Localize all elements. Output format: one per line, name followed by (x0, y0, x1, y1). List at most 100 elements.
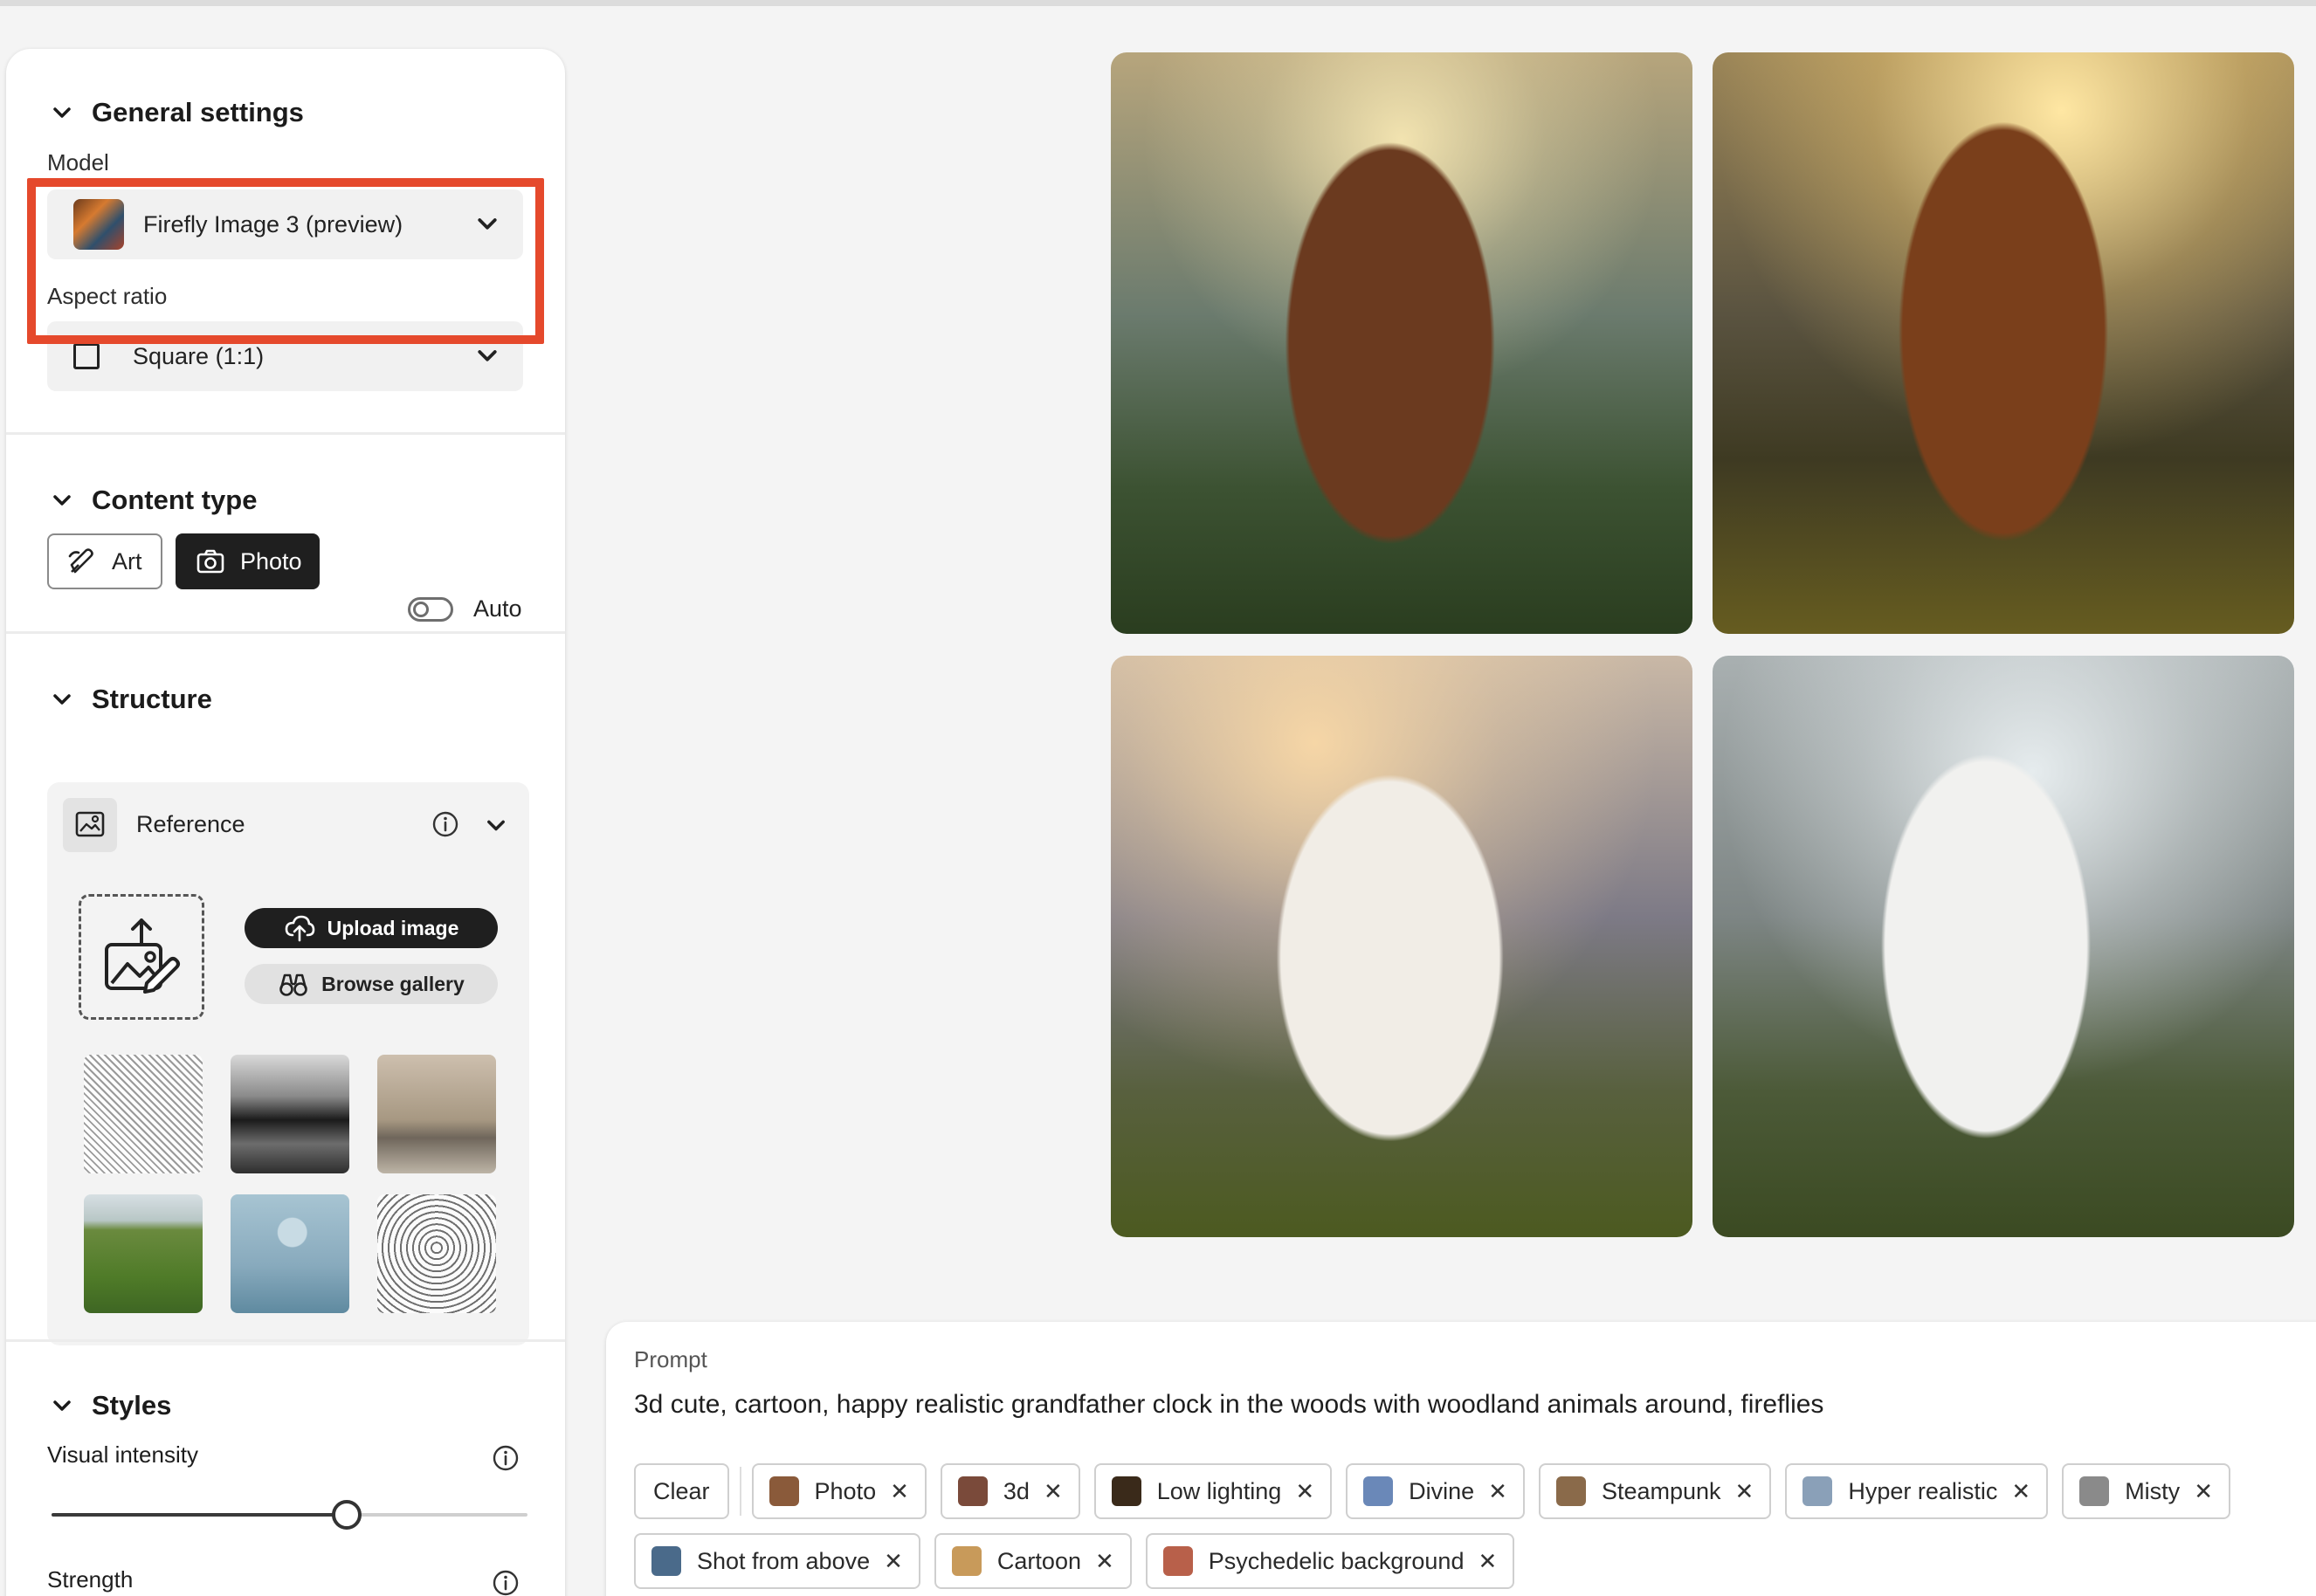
chevron-down-icon (52, 689, 72, 710)
generated-image[interactable] (1111, 656, 1692, 1237)
content-type-header[interactable]: Content type (52, 485, 257, 516)
cloud-upload-icon (285, 915, 314, 942)
style-chip[interactable]: Hyper realistic ✕ (1785, 1463, 2049, 1519)
chevron-down-icon[interactable] (484, 814, 508, 838)
structure-header[interactable]: Structure (52, 684, 212, 715)
reference-thumbnail[interactable] (231, 1194, 349, 1313)
reference-box: Reference Upload image Browse gallery (47, 782, 529, 1345)
style-thumbnail (2079, 1476, 2110, 1506)
section-divider (6, 432, 565, 435)
style-chip-label: Hyper realistic (1848, 1477, 1998, 1504)
aspect-ratio-value: Square (1:1) (133, 342, 265, 369)
info-icon[interactable] (492, 1569, 520, 1596)
style-chip-label: Steampunk (1601, 1477, 1721, 1504)
clear-button[interactable]: Clear (634, 1463, 729, 1519)
chip-row: Shot from above ✕ Cartoon ✕ Psychedelic back… (634, 1533, 2276, 1589)
upload-image-icon (105, 918, 180, 994)
upload-dropzone[interactable] (79, 894, 204, 1020)
remove-icon[interactable]: ✕ (1095, 1548, 1114, 1575)
browse-gallery-label: Browse gallery (321, 972, 465, 995)
style-thumbnail (1111, 1476, 1141, 1506)
style-chip[interactable]: 3d ✕ (940, 1463, 1080, 1519)
style-chip[interactable]: Photo ✕ (751, 1463, 927, 1519)
upload-image-button[interactable]: Upload image (245, 908, 498, 948)
styles-title: Styles (92, 1390, 172, 1421)
info-icon[interactable] (492, 1444, 520, 1472)
reference-thumbnail[interactable] (231, 1055, 349, 1173)
remove-icon[interactable]: ✕ (884, 1548, 903, 1575)
style-thumbnail (769, 1476, 799, 1506)
chip-separator (739, 1467, 741, 1516)
content-type-title: Content type (92, 485, 258, 515)
remove-icon[interactable]: ✕ (1295, 1478, 1314, 1505)
visual-intensity-slider[interactable] (52, 1500, 527, 1530)
style-chips: Clear Photo ✕ 3d ✕ Low lighting ✕ Divine ✕ Steam… (634, 1463, 2276, 1596)
structure-title: Structure (92, 684, 212, 714)
prompt-label: Prompt (634, 1346, 707, 1372)
settings-panel: General settings Model Firefly Image 3 (… (6, 49, 565, 1596)
binoculars-icon (279, 973, 307, 996)
reference-label: Reference (136, 811, 245, 837)
style-chip[interactable]: Shot from above ✕ (634, 1533, 920, 1589)
general-settings-title: General settings (92, 97, 304, 127)
model-label: Model (47, 149, 109, 175)
info-icon[interactable] (431, 810, 459, 838)
chip-row: Clear Photo ✕ 3d ✕ Low lighting ✕ Divine ✕ Steam… (634, 1463, 2276, 1519)
style-chip[interactable]: Low lighting ✕ (1093, 1463, 1333, 1519)
remove-icon[interactable]: ✕ (1488, 1478, 1507, 1505)
upload-image-label: Upload image (327, 916, 459, 939)
style-thumbnail (951, 1546, 982, 1576)
style-thumbnail (1555, 1476, 1586, 1506)
square-icon (73, 343, 100, 369)
visual-intensity-label: Visual intensity (47, 1441, 198, 1468)
top-divider (0, 0, 2316, 6)
remove-icon[interactable]: ✕ (1478, 1548, 1497, 1575)
photo-label: Photo (240, 547, 302, 574)
auto-label: Auto (473, 595, 522, 622)
reference-thumbnail[interactable] (84, 1055, 203, 1173)
style-thumbnail (1363, 1476, 1394, 1506)
style-chip-label: 3d (1003, 1477, 1030, 1504)
remove-icon[interactable]: ✕ (1044, 1478, 1063, 1505)
reference-image-icon (63, 798, 117, 852)
section-divider (6, 631, 565, 634)
style-chip-label: Photo (814, 1477, 877, 1504)
remove-icon[interactable]: ✕ (1735, 1478, 1754, 1505)
toggle-knob (413, 602, 429, 617)
style-chip[interactable]: Cartoon ✕ (934, 1533, 1132, 1589)
generated-image[interactable] (1111, 52, 1692, 634)
art-label: Art (112, 547, 142, 574)
strength-label: Strength (47, 1566, 134, 1593)
style-thumbnail (651, 1546, 681, 1576)
prompt-input[interactable]: 3d cute, cartoon, happy realistic grandf… (634, 1390, 1823, 1420)
style-chip[interactable]: Psychedelic background ✕ (1145, 1533, 1515, 1589)
chevron-down-icon (52, 490, 72, 511)
style-thumbnail (957, 1476, 988, 1506)
reference-thumbnail[interactable] (377, 1194, 496, 1313)
slider-handle[interactable] (331, 1500, 362, 1530)
style-chip[interactable]: Divine ✕ (1346, 1463, 1525, 1519)
remove-icon[interactable]: ✕ (890, 1478, 909, 1505)
remove-icon[interactable]: ✕ (2194, 1478, 2213, 1505)
photo-button[interactable]: Photo (176, 533, 320, 589)
chevron-down-icon (52, 1395, 72, 1416)
auto-toggle[interactable] (408, 597, 453, 622)
style-chip[interactable]: Misty ✕ (2062, 1463, 2230, 1519)
art-button[interactable]: Art (47, 533, 162, 589)
chevron-down-icon (474, 343, 500, 369)
style-chip-label: Cartoon (996, 1547, 1081, 1574)
remove-icon[interactable]: ✕ (2011, 1478, 2030, 1505)
section-divider (6, 1339, 565, 1342)
browse-gallery-button[interactable]: Browse gallery (245, 964, 498, 1004)
generated-image[interactable] (1713, 656, 2294, 1237)
camera-icon (196, 549, 224, 574)
styles-header[interactable]: Styles (52, 1390, 171, 1421)
reference-thumbnail[interactable] (84, 1194, 203, 1313)
style-chip[interactable]: Steampunk ✕ (1538, 1463, 1772, 1519)
reference-thumbnail[interactable] (377, 1055, 496, 1173)
style-thumbnail (1802, 1476, 1833, 1506)
style-chip-label: Shot from above (697, 1547, 871, 1574)
generated-image[interactable] (1713, 52, 2294, 634)
slider-fill (52, 1513, 347, 1517)
general-settings-header[interactable]: General settings (52, 97, 304, 128)
